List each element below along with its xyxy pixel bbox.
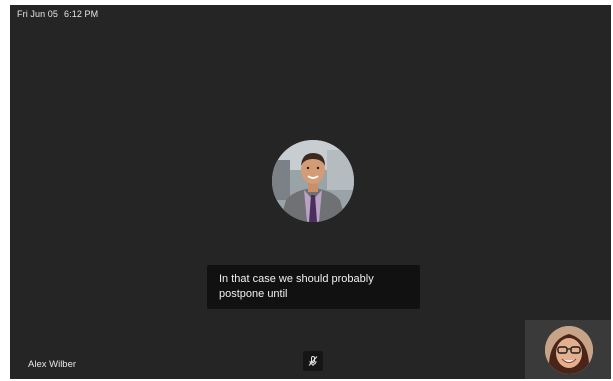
- status-clock: Fri Jun 05 6:12 PM: [17, 9, 98, 19]
- caption-text: In that case we should probably postpone…: [219, 273, 374, 300]
- mute-button[interactable]: [303, 351, 323, 371]
- main-participant-avatar: [272, 140, 354, 222]
- participant-photo-icon: [272, 140, 354, 222]
- live-caption-box: In that case we should probably postpone…: [207, 265, 420, 309]
- self-view-tile[interactable]: [525, 320, 611, 379]
- self-view-avatar: [545, 326, 593, 374]
- status-date: Fri Jun 05: [17, 9, 59, 19]
- meeting-stage: Fri Jun 05 6:12 PM In that case we shoul…: [10, 5, 611, 379]
- status-time: 6:12 PM: [64, 9, 99, 19]
- self-photo-icon: [545, 326, 593, 374]
- microphone-muted-icon: [308, 356, 318, 366]
- participant-name-label: Alex Wilber: [28, 359, 77, 370]
